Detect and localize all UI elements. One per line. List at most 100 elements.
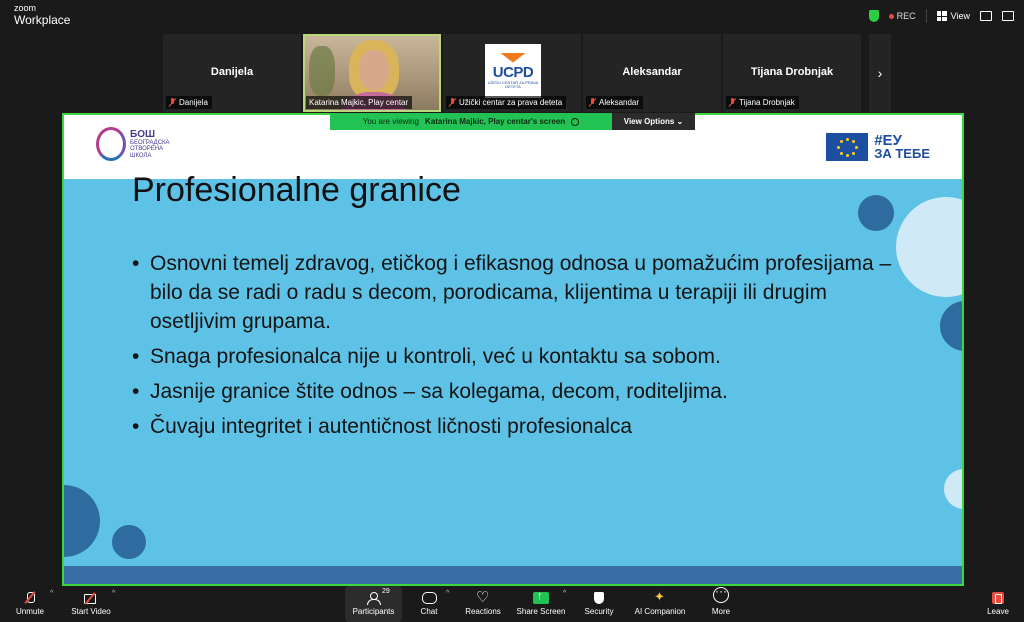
minimize-window-icon[interactable] xyxy=(980,11,992,21)
zoom-meeting-window: zoom Workplace REC View Danijela Danijel… xyxy=(0,0,1024,622)
meeting-toolbar: Unmute ^ Start Video ^ Participants 29 C… xyxy=(0,586,1024,622)
viewing-prefix: You are viewing xyxy=(362,117,419,126)
eu-logo: #ЕУ ЗА ТЕБЕ xyxy=(826,133,930,161)
muted-mic-icon xyxy=(589,98,596,107)
bosh-logo-title: БОШ xyxy=(130,128,156,140)
chat-options-chevron-icon[interactable]: ^ xyxy=(446,590,449,597)
slide-title: Profesionalne granice xyxy=(132,171,461,209)
video-person-face xyxy=(359,50,389,90)
reactions-label: Reactions xyxy=(465,607,501,616)
stop-viewing-icon[interactable] xyxy=(571,117,580,126)
eu-logo-text: #ЕУ ЗА ТЕБЕ xyxy=(874,133,930,161)
decor-circle xyxy=(858,195,894,231)
viewing-banner: You are viewing Katarina Majkic, Play ce… xyxy=(330,113,612,130)
share-options-chevron-icon[interactable]: ^ xyxy=(563,590,566,597)
brand-workplace: Workplace xyxy=(14,13,71,27)
participant-tile-ucpd[interactable]: UCPD UŽIČKI CENTAR ZA PRAVA DETETA Užičk… xyxy=(443,34,581,112)
chat-label: Chat xyxy=(420,607,438,616)
participant-name: Užički centar za prava deteta xyxy=(459,98,563,107)
bosh-logo-mark-icon xyxy=(96,127,126,161)
ucpd-logo: UCPD UŽIČKI CENTAR ZA PRAVA DETETA xyxy=(485,44,541,98)
participant-name-tag: Danijela xyxy=(166,96,212,109)
participant-tile-danijela[interactable]: Danijela Danijela xyxy=(163,34,301,112)
muted-mic-icon xyxy=(449,98,456,107)
participant-tile-katarina[interactable]: Katarina Majkic, Play centar xyxy=(303,34,441,112)
participant-name-tag: Tijana Drobnjak xyxy=(726,96,799,109)
participant-name-tag: Aleksandar xyxy=(586,96,644,109)
video-off-icon xyxy=(84,592,98,604)
shield-icon xyxy=(592,592,606,604)
bosh-logo-text: БОШ БЕОГРАДСКА ОТВОРЕНА ШКОЛА xyxy=(130,129,170,160)
heart-icon xyxy=(476,588,490,606)
participants-button[interactable]: Participants xyxy=(345,586,402,622)
video-background-plant xyxy=(309,46,335,96)
slide-bullet: Snaga profesionalca nije u kontroli, već… xyxy=(132,342,912,371)
participant-tile-aleksandar[interactable]: Aleksandar Aleksandar xyxy=(583,34,721,112)
encryption-shield-icon[interactable] xyxy=(868,10,879,22)
fullscreen-icon[interactable] xyxy=(1002,11,1014,21)
viewing-owner: Katarina Majkic, Play centar's screen xyxy=(424,117,566,126)
brand-zoom: zoom xyxy=(14,3,37,13)
ucpd-logo-subtitle: UŽIČKI CENTAR ZA PRAVA DETETA xyxy=(487,79,539,89)
decor-circle xyxy=(940,301,962,351)
slide-footer-band xyxy=(64,566,962,584)
slide-bullet: Jasnije granice štite odnos – sa kolegam… xyxy=(132,377,912,406)
start-video-label: Start Video xyxy=(71,607,111,616)
decor-circle xyxy=(944,469,962,509)
recording-indicator[interactable]: REC xyxy=(888,11,916,21)
slide-bullet-list: Osnovni temelj zdravog, etičkog i efikas… xyxy=(132,249,912,447)
leave-button[interactable]: Leave xyxy=(984,586,1012,622)
eu-logo-line2: ЗА ТЕБЕ xyxy=(874,145,930,161)
more-button[interactable]: More xyxy=(708,586,734,622)
slide-bullet: Osnovni temelj zdravog, etičkog i efikas… xyxy=(132,249,912,336)
divider xyxy=(925,9,927,23)
view-label: View xyxy=(950,11,970,21)
share-screen-button[interactable]: Share Screen xyxy=(516,586,566,622)
participant-name-tag: Užički centar za prava deteta xyxy=(446,96,567,109)
zoom-brand: zoom Workplace xyxy=(14,3,71,27)
more-label: More xyxy=(711,607,731,616)
reactions-button[interactable]: Reactions xyxy=(464,586,502,622)
participants-icon xyxy=(366,592,381,605)
participant-strip: Danijela Danijela Katarina Majkic, Play … xyxy=(163,34,891,112)
participant-name: Danijela xyxy=(179,98,208,107)
muted-microphone-icon xyxy=(23,592,37,604)
security-label: Security xyxy=(584,607,614,616)
video-options-chevron-icon[interactable]: ^ xyxy=(112,590,115,597)
participant-name: Katarina Majkic, Play centar xyxy=(309,98,409,107)
participant-name: Aleksandar xyxy=(599,98,640,107)
muted-mic-icon xyxy=(169,98,176,107)
participant-name: Tijana Drobnjak xyxy=(739,98,795,107)
view-options-button[interactable]: View Options ⌄ xyxy=(612,113,695,130)
view-options-label: View Options xyxy=(623,117,675,126)
leave-label: Leave xyxy=(987,607,1009,616)
participant-name-tag: Katarina Majkic, Play centar xyxy=(306,96,413,109)
security-button[interactable]: Security xyxy=(582,586,616,622)
unmute-button[interactable]: Unmute xyxy=(12,586,48,622)
participants-count: 29 xyxy=(382,588,390,595)
top-right-controls: REC View xyxy=(868,9,1014,23)
muted-mic-icon xyxy=(729,98,736,107)
chat-icon xyxy=(422,592,437,604)
chevron-down-icon: ⌄ xyxy=(676,117,684,126)
decor-circle xyxy=(112,525,146,559)
more-icon xyxy=(713,587,729,604)
chat-button[interactable]: Chat xyxy=(416,586,442,622)
ai-companion-label: AI Companion xyxy=(634,607,686,616)
ai-companion-button[interactable]: AI Companion xyxy=(632,586,688,622)
shared-screen: БОШ БЕОГРАДСКА ОТВОРЕНА ШКОЛА #ЕУ ЗА ТЕБ… xyxy=(62,113,964,586)
share-screen-label: Share Screen xyxy=(516,607,566,616)
start-video-button[interactable]: Start Video xyxy=(68,586,114,622)
participant-tile-tijana[interactable]: Tijana Drobnjak Tijana Drobnjak xyxy=(723,34,861,112)
ucpd-logo-text: UCPD xyxy=(492,63,534,81)
eu-flag-icon xyxy=(826,133,869,161)
ucpd-logo-mark xyxy=(500,52,526,63)
participant-display-name: Aleksandar xyxy=(622,66,682,78)
view-button[interactable]: View xyxy=(936,11,970,21)
share-screen-icon xyxy=(533,590,549,604)
next-participants-chevron-icon[interactable]: › xyxy=(869,34,891,112)
audio-options-chevron-icon[interactable]: ^ xyxy=(50,590,53,597)
bosh-logo: БОШ БЕОГРАДСКА ОТВОРЕНА ШКОЛА xyxy=(96,127,170,161)
recording-label: REC xyxy=(896,11,916,21)
top-bar: zoom Workplace REC View xyxy=(0,0,1024,32)
